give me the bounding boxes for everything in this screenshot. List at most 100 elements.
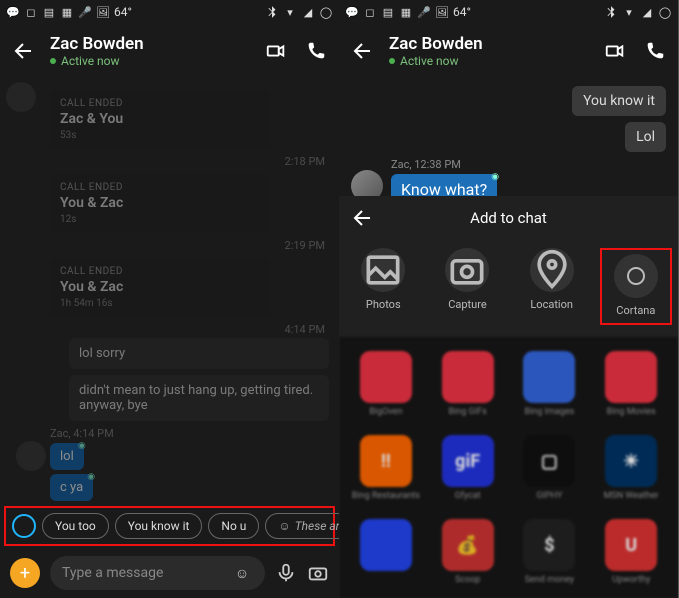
mic-button[interactable] xyxy=(275,562,297,584)
screen-left: 💬 ◻ ▤ ▦ 🎤 🖼 64° ▾ ◢ ◯ Zac Bowden Active … xyxy=(0,0,339,598)
call-ended-card[interactable]: CALL ENDED You & Zac 12s xyxy=(50,174,270,233)
notif-icon: ▤ xyxy=(42,5,56,19)
option-label: Location xyxy=(530,298,573,311)
call-duration: 53s xyxy=(60,130,260,141)
header-actions xyxy=(604,40,666,62)
option-capture[interactable]: Capture xyxy=(431,248,503,325)
audio-call-button[interactable] xyxy=(305,40,327,62)
notif-icon: 💬 xyxy=(345,5,359,19)
bluetooth-icon xyxy=(604,5,618,19)
presence-dot-icon xyxy=(389,58,395,64)
call-ended-label: CALL ENDED xyxy=(60,182,260,193)
add-button[interactable]: + xyxy=(10,558,40,588)
call-ended-label: CALL ENDED xyxy=(60,266,260,277)
app-label: Scoop xyxy=(455,575,480,585)
presence-text: Active now xyxy=(61,54,120,68)
app-tile[interactable]: giFGfycat xyxy=(431,435,505,501)
timestamp: 2:18 PM xyxy=(14,155,325,168)
incoming-message[interactable]: c ya◉ xyxy=(50,474,93,501)
app-tile[interactable]: 💰Scoop xyxy=(431,519,505,585)
app-tile[interactable]: Bing Movies xyxy=(594,351,668,417)
status-temp: 64° xyxy=(114,5,132,19)
header-title-block[interactable]: Zac Bowden Active now xyxy=(50,34,251,68)
app-icon: ▢ xyxy=(523,435,575,487)
app-tile[interactable]: BigOven xyxy=(349,351,423,417)
audio-call-button[interactable] xyxy=(644,40,666,62)
cortana-icon xyxy=(614,254,658,298)
call-ended-card[interactable]: CALL ENDED Zac & You 53s xyxy=(50,90,270,149)
photos-icon xyxy=(361,248,405,292)
image-icon: 🖼 xyxy=(435,5,449,19)
presence: Active now xyxy=(389,54,590,68)
video-call-button[interactable] xyxy=(604,40,626,62)
avatar[interactable] xyxy=(16,441,46,471)
back-button[interactable] xyxy=(351,39,375,63)
wifi-icon: ▾ xyxy=(283,5,297,19)
message-input[interactable]: Type a message ☺ xyxy=(50,556,265,590)
wifi-icon: ▾ xyxy=(622,5,636,19)
app-label: Bing Images xyxy=(524,407,574,417)
notif-icon: ▤ xyxy=(381,5,395,19)
outgoing-message[interactable]: didn't mean to just hang up, getting tir… xyxy=(69,375,329,421)
add-to-chat-panel: Add to chat rch Photos Capture Location … xyxy=(339,196,678,598)
app-label: Send money xyxy=(525,575,574,585)
status-bar: 💬 ◻ ▤ ▦ 🎤 🖼 64° ▾ ◢ ◯ xyxy=(0,0,339,24)
cortana-icon[interactable] xyxy=(12,514,36,538)
message-meta: Zac, 12:38 PM xyxy=(391,158,666,171)
back-button[interactable] xyxy=(12,39,36,63)
suggestion-chip[interactable]: No u xyxy=(208,513,259,539)
app-icon: ☀ xyxy=(605,435,657,487)
suggestion-chip[interactable]: You know it xyxy=(115,513,203,539)
header-title-block[interactable]: Zac Bowden Active now xyxy=(389,34,590,68)
suggestion-chip[interactable]: ☺ These aren't use xyxy=(265,513,339,539)
read-indicator-icon: ◉ xyxy=(87,472,95,482)
battery-ring-icon: ◯ xyxy=(319,5,333,19)
call-ended-card[interactable]: CALL ENDED You & Zac 1h 54m 16s xyxy=(50,258,270,317)
app-tile[interactable] xyxy=(349,519,423,585)
app-label: Bing Restaurants xyxy=(352,491,420,501)
contact-name: Zac Bowden xyxy=(389,34,590,54)
app-tile[interactable]: ☀ MSN Weather xyxy=(594,435,668,501)
option-label: Photos xyxy=(366,298,401,311)
emoji-icon: ☺ xyxy=(278,519,290,533)
outgoing-message[interactable]: lol sorry xyxy=(69,338,329,369)
app-tile[interactable]: Bing GIFs xyxy=(431,351,505,417)
call-duration: 1h 54m 16s xyxy=(60,298,260,309)
app-tile[interactable]: $Send money xyxy=(513,519,587,585)
presence: Active now xyxy=(50,54,251,68)
camera-button[interactable] xyxy=(307,562,329,584)
video-call-button[interactable] xyxy=(265,40,287,62)
call-participants: Zac & You xyxy=(60,111,260,127)
app-grid[interactable]: BigOvenBing GIFs Bing Images Bing Movies!!… xyxy=(339,337,678,598)
app-tile[interactable]: ▢ GIPHY xyxy=(513,435,587,501)
app-tile[interactable]: Bing Images xyxy=(513,351,587,417)
option-label: Cortana xyxy=(616,304,655,317)
incoming-message[interactable]: lol◉ xyxy=(50,443,84,470)
outgoing-message[interactable]: Lol xyxy=(625,122,666,152)
battery-ring-icon: ◯ xyxy=(658,5,672,19)
signal-icon: ◢ xyxy=(301,5,315,19)
notif-icon: ◻ xyxy=(24,5,38,19)
read-indicator-icon: ◉ xyxy=(491,172,499,182)
contact-name: Zac Bowden xyxy=(50,34,251,54)
notif-icon: 💬 xyxy=(6,5,20,19)
app-label: MSN Weather xyxy=(604,491,659,501)
option-photos[interactable]: Photos xyxy=(347,248,419,325)
app-label: Bing Movies xyxy=(607,407,656,417)
outgoing-message[interactable]: You know it xyxy=(572,86,666,116)
emoji-button[interactable]: ☺ xyxy=(231,562,253,584)
app-label: GIPHY xyxy=(536,491,562,501)
panel-option-row: rch Photos Capture Location Cortana xyxy=(339,240,678,337)
panel-header: Add to chat xyxy=(339,196,678,240)
option-location[interactable]: Location xyxy=(516,248,588,325)
avatar[interactable] xyxy=(6,82,36,112)
notif-icon: ▦ xyxy=(60,5,74,19)
timestamp: 4:14 PM xyxy=(14,323,325,336)
app-tile[interactable]: !!Bing Restaurants xyxy=(349,435,423,501)
app-icon: U xyxy=(605,519,657,571)
option-cortana[interactable]: Cortana xyxy=(600,248,672,325)
screen-right: 💬 ◻ ▤ ▦ 🎤 🖼 64° ▾ ◢ ◯ Zac Bowden Active … xyxy=(339,0,678,598)
suggestion-chip[interactable]: You too xyxy=(42,513,109,539)
app-tile[interactable]: UUpworthy xyxy=(594,519,668,585)
call-participants: You & Zac xyxy=(60,195,260,211)
